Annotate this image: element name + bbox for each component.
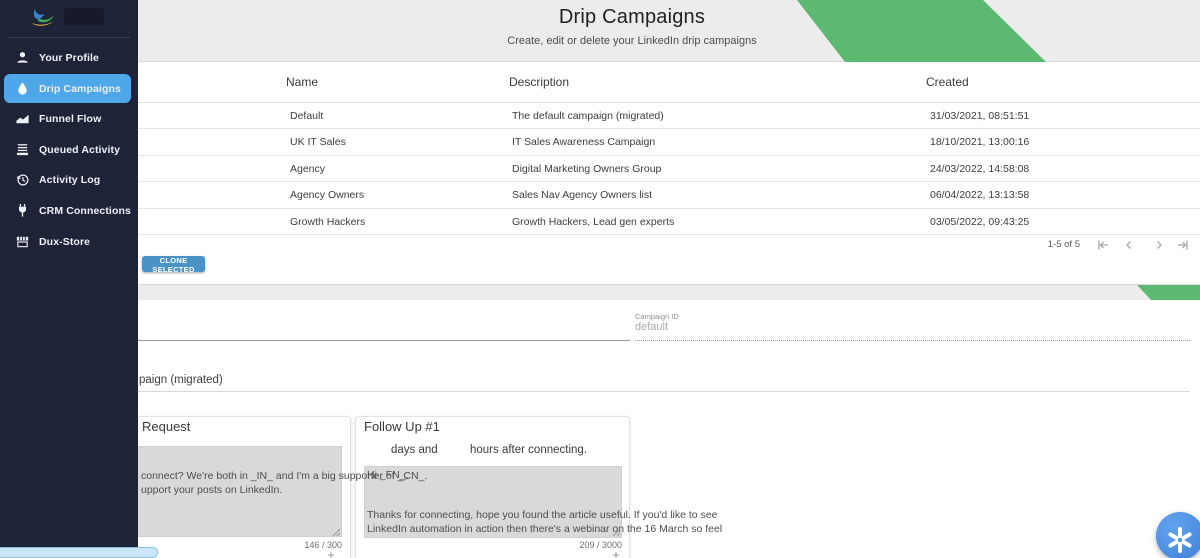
- chat-widget-button[interactable]: [1156, 512, 1200, 558]
- message-text-line: Hi _FN_,: [367, 469, 409, 481]
- cell-created: 06/04/2022, 13:13:58: [930, 189, 1030, 202]
- cell-created: 24/03/2022, 14:58:08: [930, 162, 1030, 175]
- campaign-description-field[interactable]: [10, 391, 1190, 392]
- campaign-id-field-underline: [635, 340, 1190, 341]
- pagination-range-label: 1-5 of 5: [1047, 239, 1080, 250]
- message-text-line: Thanks for connecting, hope you found th…: [367, 509, 718, 521]
- cell-description: IT Sales Awareness Campaign: [512, 136, 656, 149]
- brand-name-box: [64, 8, 104, 25]
- table-row[interactable]: Default The default campaign (migrated) …: [138, 103, 1200, 130]
- flower-icon: [1168, 526, 1192, 553]
- sidebar: Your Profile Drip Campaigns Funnel Flow: [0, 0, 138, 558]
- sidebar-item-label: Dux-Store: [39, 235, 91, 248]
- page-subtitle: Create, edit or delete your LinkedIn dri…: [507, 35, 757, 47]
- card-title: Request: [142, 419, 191, 434]
- column-header-created[interactable]: Created: [926, 62, 969, 103]
- clone-selected-button[interactable]: CLONE SELECTED: [142, 256, 205, 274]
- card-title: Follow Up #1: [364, 419, 440, 434]
- add-step-button[interactable]: +: [323, 547, 339, 558]
- resize-grip-icon[interactable]: [611, 527, 621, 537]
- campaign-id-value: default: [635, 321, 669, 333]
- column-header-description[interactable]: Description: [509, 62, 569, 103]
- cell-name: Agency: [290, 162, 326, 175]
- queue-icon: [15, 142, 30, 157]
- resize-grip-icon[interactable]: [331, 527, 341, 537]
- sidebar-item-activity-log[interactable]: Activity Log: [4, 165, 131, 194]
- campaigns-table: Name Description Created Default The def…: [138, 62, 1200, 235]
- table-row[interactable]: Agency Owners Sales Nav Agency Owners li…: [138, 182, 1200, 209]
- sidebar-item-queued-activity[interactable]: Queued Activity: [4, 135, 131, 164]
- sidebar-item-label: Queued Activity: [39, 143, 121, 156]
- sidebar-item-funnel-flow[interactable]: Funnel Flow: [4, 104, 131, 133]
- funnel-chart-icon: [15, 111, 30, 126]
- sidebar-item-label: CRM Connections: [39, 204, 131, 217]
- page-title: Drip Campaigns: [558, 6, 706, 28]
- sidebar-item-label: Drip Campaigns: [39, 82, 121, 95]
- cell-description: Sales Nav Agency Owners list: [512, 189, 653, 202]
- storefront-icon: [15, 234, 30, 249]
- sidebar-divider: [8, 37, 130, 38]
- person-icon: [15, 50, 30, 65]
- history-clock-icon: [15, 172, 30, 187]
- cell-name: Agency Owners: [290, 189, 365, 202]
- cell-created: 31/03/2021, 08:51:51: [930, 110, 1030, 122]
- campaign-id-label: Campaign ID: [635, 312, 679, 321]
- next-page-icon[interactable]: [1150, 236, 1168, 254]
- cell-description: The default campaign (migrated): [512, 110, 664, 122]
- delay-text: hours after connecting.: [470, 444, 587, 456]
- detail-header-band: [0, 285, 1200, 300]
- pagination: 1-5 of 5: [138, 236, 1200, 254]
- page-header: Drip Campaigns Create, edit or delete yo…: [64, 6, 1200, 47]
- plug-icon: [15, 203, 30, 218]
- dux-soup-duck-logo: [32, 9, 54, 26]
- sidebar-item-dux-store[interactable]: Dux-Store: [4, 227, 131, 256]
- char-counter: 209 / 3000: [579, 540, 622, 550]
- message-text-line: LinkedIn automation in action then there…: [367, 523, 723, 535]
- sidebar-item-drip-campaigns[interactable]: Drip Campaigns: [4, 74, 131, 103]
- table-header-row: Name Description Created: [138, 62, 1200, 103]
- delay-text: days and: [391, 444, 438, 456]
- previous-page-icon[interactable]: [1120, 236, 1138, 254]
- status-tooltip: [0, 547, 158, 558]
- app-window: Drip Campaigns Create, edit or delete yo…: [0, 0, 1200, 558]
- table-row[interactable]: Agency Digital Marketing Owners Group 24…: [138, 156, 1200, 183]
- message-text-line: upport your posts on LinkedIn.: [141, 484, 283, 496]
- sidebar-item-label: Activity Log: [39, 173, 101, 186]
- column-header-name[interactable]: Name: [286, 62, 318, 103]
- drop-icon: [15, 81, 30, 96]
- last-page-icon[interactable]: [1174, 236, 1192, 254]
- sidebar-item-label: Funnel Flow: [39, 112, 102, 125]
- cell-created: 18/10/2021, 13:00:16: [930, 136, 1030, 149]
- table-row[interactable]: UK IT Sales IT Sales Awareness Campaign …: [138, 129, 1200, 156]
- add-step-button[interactable]: +: [608, 547, 624, 558]
- cell-description: Growth Hackers, Lead gen experts: [512, 215, 675, 228]
- cell-name: Growth Hackers: [290, 215, 366, 228]
- cell-created: 03/05/2022, 09:43:25: [930, 215, 1030, 228]
- table-row[interactable]: Growth Hackers Growth Hackers, Lead gen …: [138, 209, 1200, 235]
- sidebar-item-crm-connections[interactable]: CRM Connections: [4, 196, 131, 225]
- first-page-icon[interactable]: [1094, 236, 1112, 254]
- cell-name: UK IT Sales: [290, 136, 346, 149]
- campaign-description-value: paign (migrated): [139, 374, 223, 386]
- cell-description: Digital Marketing Owners Group: [512, 162, 662, 175]
- cell-name: Default: [290, 110, 324, 122]
- sidebar-item-your-profile[interactable]: Your Profile: [4, 43, 131, 72]
- sidebar-item-label: Your Profile: [39, 51, 99, 64]
